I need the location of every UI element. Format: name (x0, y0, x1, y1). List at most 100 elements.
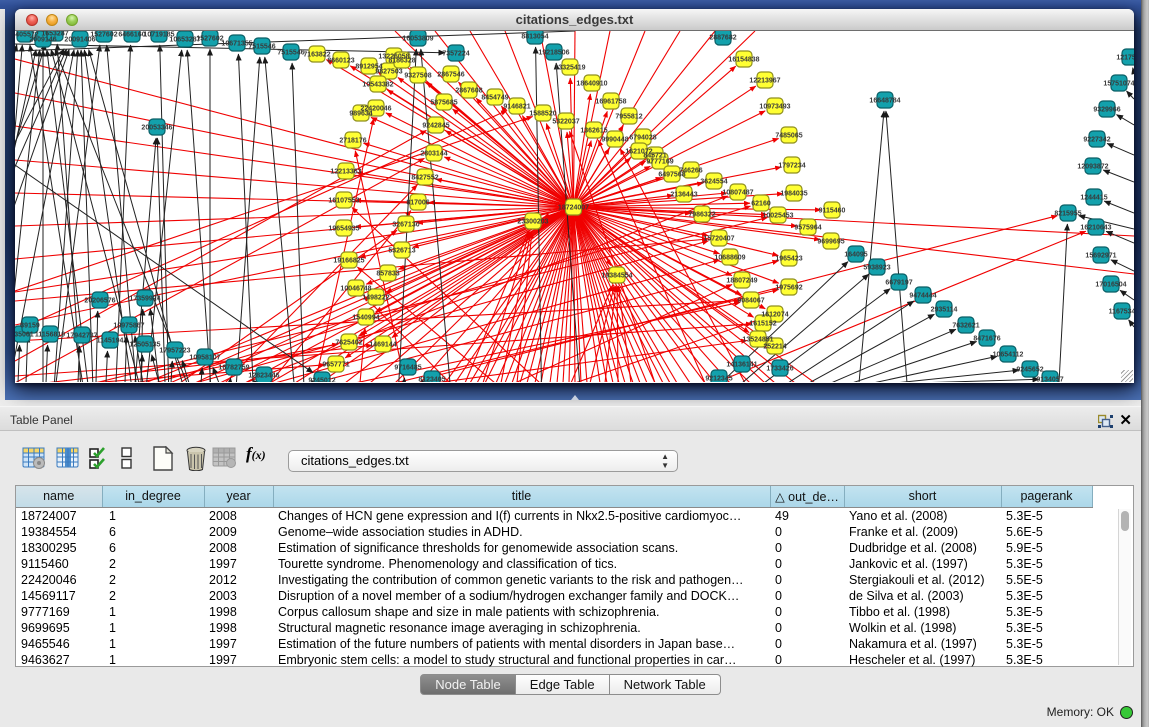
svg-text:9474444: 9474444 (909, 293, 936, 300)
svg-text:9212345: 9212345 (705, 376, 732, 383)
svg-text:10958107: 10958107 (189, 355, 220, 362)
svg-text:252214: 252214 (763, 344, 786, 351)
svg-text:10543382: 10543382 (362, 82, 393, 89)
svg-text:8454749: 8454749 (481, 95, 508, 102)
svg-text:9084067: 9084067 (737, 298, 764, 305)
svg-text:817006: 817006 (406, 200, 429, 207)
svg-text:11156819: 11156819 (35, 332, 65, 339)
svg-text:13325419: 13325419 (554, 65, 585, 72)
svg-text:39159: 39159 (20, 323, 40, 330)
svg-text:9227342: 9227342 (1083, 137, 1110, 144)
svg-text:5938923: 5938923 (863, 265, 890, 272)
svg-text:9990448: 9990448 (601, 137, 628, 144)
svg-text:16648784: 16648784 (869, 98, 900, 105)
svg-text:1615152: 1615152 (749, 321, 776, 328)
svg-text:7986322: 7986322 (688, 212, 715, 219)
svg-text:19166825: 19166825 (333, 258, 364, 265)
svg-text:18724007: 18724007 (558, 205, 589, 212)
svg-text:7515546: 7515546 (248, 44, 275, 51)
svg-text:7625402: 7625402 (335, 340, 362, 347)
svg-text:9115460: 9115460 (819, 208, 846, 215)
svg-text:6466160: 6466160 (118, 32, 145, 39)
svg-text:1975692: 1975692 (775, 285, 802, 292)
svg-text:15692971: 15692971 (1085, 253, 1116, 260)
svg-text:12093872: 12093872 (1077, 164, 1108, 171)
svg-text:14136141: 14136141 (726, 362, 757, 369)
svg-text:1244415: 1244415 (1080, 195, 1107, 202)
svg-text:2935114: 2935114 (931, 307, 958, 314)
svg-text:23300203: 23300203 (517, 219, 548, 226)
svg-text:746266: 746266 (679, 168, 702, 175)
svg-text:16210643: 16210643 (1080, 225, 1111, 232)
svg-text:16961758: 16961758 (595, 99, 626, 106)
svg-text:9327508: 9327508 (404, 73, 431, 80)
svg-text:9242845: 9242845 (422, 123, 449, 130)
svg-text:10975867: 10975867 (113, 323, 144, 330)
svg-text:7632621: 7632621 (952, 323, 979, 330)
svg-text:8427552: 8427552 (411, 175, 438, 182)
svg-text:7485065: 7485065 (775, 133, 802, 140)
svg-text:12505135: 12505135 (129, 342, 160, 349)
svg-text:164095: 164095 (844, 252, 867, 259)
svg-text:10025453: 10025453 (762, 213, 793, 220)
svg-text:2867546: 2867546 (437, 72, 464, 79)
svg-text:1797234: 1797234 (778, 163, 805, 170)
svg-text:1612074: 1612074 (761, 312, 788, 319)
svg-text:12213363: 12213363 (330, 169, 361, 176)
svg-text:857833: 857833 (376, 271, 399, 278)
svg-text:1527602: 1527602 (90, 32, 117, 39)
svg-text:2718176: 2718176 (339, 138, 366, 145)
svg-text:19384554: 19384554 (601, 273, 632, 280)
svg-text:17359924: 17359924 (129, 296, 160, 303)
svg-text:1588520: 1588520 (529, 111, 556, 118)
svg-text:12213967: 12213967 (749, 78, 780, 85)
svg-text:16053809: 16053809 (402, 36, 433, 43)
svg-text:17957223: 17957223 (159, 348, 190, 355)
svg-text:17942737: 17942737 (66, 333, 97, 340)
svg-text:8471676: 8471676 (973, 336, 1000, 343)
svg-text:16107553: 16107553 (328, 198, 359, 205)
svg-text:13524851: 13524851 (742, 337, 773, 344)
svg-text:1965423: 1965423 (775, 256, 802, 263)
svg-text:12823446: 12823446 (248, 373, 279, 380)
svg-text:10654112: 10654112 (993, 352, 1024, 359)
svg-text:5875685: 5875685 (430, 100, 457, 107)
svg-text:1527602: 1527602 (196, 36, 223, 43)
svg-text:2867608: 2867608 (455, 88, 482, 95)
svg-text:9777169: 9777169 (646, 159, 673, 166)
svg-text:7515546: 7515546 (277, 50, 304, 57)
svg-text:2803144: 2803144 (420, 151, 447, 158)
svg-text:18807249: 18807249 (726, 278, 757, 285)
svg-text:10973493: 10973493 (759, 104, 790, 111)
svg-text:1984035: 1984035 (780, 191, 807, 198)
svg-text:2887682: 2887682 (709, 35, 736, 42)
svg-text:6794028: 6794028 (629, 135, 656, 142)
svg-text:10688609: 10688609 (714, 255, 745, 262)
svg-text:9134057: 9134057 (1036, 377, 1063, 383)
svg-text:989634: 989634 (349, 111, 372, 118)
svg-text:8186328: 8186328 (388, 58, 415, 65)
svg-text:5326713: 5326713 (388, 248, 415, 255)
svg-text:2009146: 2009146 (29, 37, 56, 44)
svg-text:3267130: 3267130 (392, 222, 419, 229)
svg-text:9657771: 9657771 (322, 362, 349, 369)
svg-text:1498222: 1498222 (362, 295, 389, 302)
svg-text:1167534: 1167534 (1109, 309, 1134, 316)
svg-text:16782759: 16782759 (218, 365, 249, 372)
svg-text:18640910: 18640910 (576, 81, 607, 88)
svg-text:9146821: 9146821 (503, 104, 530, 111)
svg-text:9716485: 9716485 (394, 365, 421, 372)
svg-text:20206576: 20206576 (84, 298, 115, 305)
svg-text:16154838: 16154838 (728, 57, 759, 64)
svg-text:8813054: 8813054 (521, 34, 548, 41)
svg-text:9329966: 9329966 (1093, 107, 1120, 114)
svg-text:15720407: 15720407 (703, 236, 734, 243)
svg-text:19218506: 19218506 (538, 50, 569, 57)
svg-text:8660123: 8660123 (327, 58, 354, 65)
svg-text:1217534: 1217534 (1116, 55, 1134, 62)
svg-text:8215955: 8215955 (1054, 211, 1081, 218)
svg-text:1733426: 1733426 (766, 366, 793, 373)
svg-text:1362615: 1362615 (580, 128, 607, 135)
svg-text:6679197: 6679197 (885, 280, 912, 287)
svg-text:5322037: 5322037 (552, 119, 579, 126)
